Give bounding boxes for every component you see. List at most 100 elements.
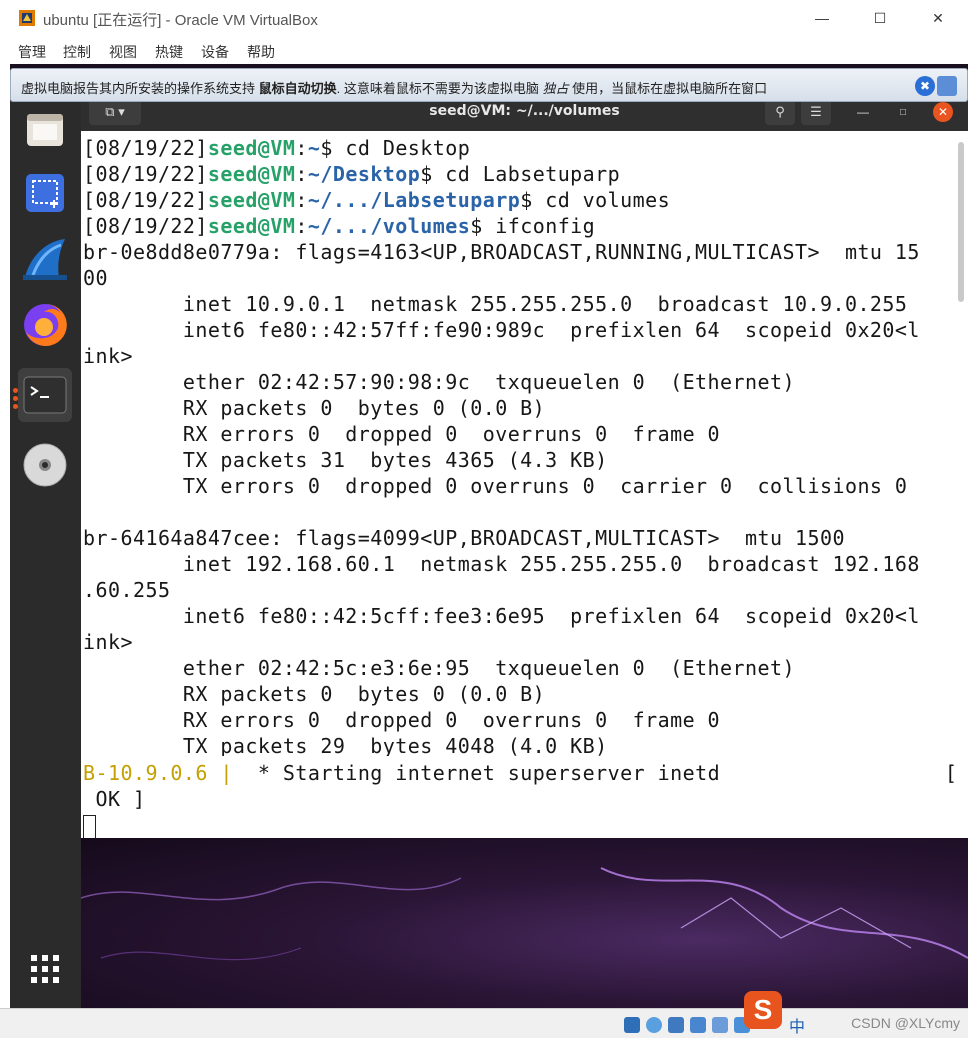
terminal-app-button[interactable] [18, 368, 72, 422]
screenshot-app-button[interactable] [18, 166, 72, 220]
show-applications-button[interactable] [18, 942, 72, 996]
watermark: CSDN @XLYcmy [851, 1015, 960, 1031]
maximize-button[interactable]: ☐ [857, 5, 903, 31]
usb-icon[interactable] [712, 1017, 728, 1033]
close-icon: ✕ [932, 9, 944, 26]
hard-disk-icon[interactable] [624, 1017, 640, 1033]
maximize-icon: ☐ [873, 9, 887, 26]
prompt-path: ~/Desktop [307, 162, 421, 186]
output-line: ink> [83, 344, 133, 368]
vbox-statusbar: S 中 CSDN @XLYcmy [0, 991, 968, 1038]
search-icon: ⚲ [775, 104, 785, 119]
output-line: RX errors 0 dropped 0 overruns 0 frame 0 [83, 708, 721, 732]
mouse-integration-icon[interactable] [937, 76, 957, 96]
menu-help[interactable]: 帮助 [247, 42, 275, 62]
prompt-symbol: $ [520, 188, 533, 212]
search-button[interactable]: ⚲ [765, 99, 795, 125]
info-text-after: 使用，当鼠标在虚拟电脑所在窗口 [568, 81, 768, 96]
info-text-italic: 独占 [542, 81, 569, 96]
term-minimize-button[interactable]: — [853, 102, 873, 122]
cursor-line [83, 812, 968, 839]
prompt-line: [08/19/22]seed@VM:~/Desktop$ cd Labsetup… [83, 161, 968, 187]
prompt-line: [08/19/22]seed@VM:~$ cd Desktop [83, 135, 968, 161]
output-line: RX errors 0 dropped 0 overruns 0 frame 0 [83, 422, 721, 446]
terminal-scrollbar[interactable] [958, 142, 964, 302]
prompt-colon: : [295, 162, 308, 186]
optical-drive-icon[interactable] [646, 1017, 662, 1033]
optical-disc-button[interactable] [18, 438, 72, 492]
info-message: 虚拟电脑报告其内所安装的操作系统支持 鼠标自动切换. 这意味着鼠标不需要为该虚拟… [21, 78, 767, 97]
info-text-mid: . 这意味着鼠标不需要为该虚拟电脑 [336, 81, 543, 96]
firefox-icon [24, 303, 67, 346]
close-button[interactable]: ✕ [915, 5, 961, 31]
minimize-button[interactable]: — [799, 5, 845, 31]
terminal-title: seed@VM: ~/.../volumes [429, 103, 620, 119]
output-line: inet 10.9.0.1 netmask 255.255.255.0 broa… [83, 292, 908, 316]
mouse-integration-info-bar: 虚拟电脑报告其内所安装的操作系统支持 鼠标自动切换. 这意味着鼠标不需要为该虚拟… [10, 68, 968, 102]
prompt-colon: : [295, 136, 308, 160]
info-text-bold: 鼠标自动切换 [258, 81, 337, 96]
window-title: ubuntu [正在运行] - Oracle VM VirtualBox [43, 12, 318, 29]
prompt-symbol: $ [470, 214, 483, 238]
prompt-path: ~/.../Labsetuparp [307, 188, 521, 212]
terminal-output[interactable]: [08/19/22]seed@VM:~$ cd Desktop [08/19/2… [81, 131, 968, 756]
prompt-date: [08/19/22] [83, 214, 208, 238]
sogou-input-icon[interactable]: S [744, 991, 782, 1029]
log-text: * Starting internet superserver inetd [ [232, 761, 958, 785]
minimize-icon: — [857, 105, 869, 119]
prompt-symbol: $ [420, 162, 433, 186]
log-status-line: OK ] [83, 787, 146, 811]
output-line: inet6 fe80::42:5cff:fee3:6e95 prefixlen … [83, 604, 920, 628]
command-text: cd volumes [532, 188, 671, 212]
command-text: ifconfig [482, 214, 596, 238]
output-line: inet 192.168.60.1 netmask 255.255.255.0 … [83, 552, 920, 576]
output-line: TX packets 29 bytes 4048 (4.0 KB) [83, 734, 608, 756]
output-line: 00 [83, 266, 108, 290]
files-icon [27, 114, 63, 146]
prompt-date: [08/19/22] [83, 136, 208, 160]
prompt-symbol: $ [320, 136, 333, 160]
lightning-decoration [81, 867, 968, 961]
prompt-user: seed@VM [207, 188, 296, 212]
network-icon[interactable] [690, 1017, 706, 1033]
app-grid-icon [31, 955, 59, 983]
prompt-user: seed@VM [207, 136, 296, 160]
close-icon: ✕ [937, 105, 949, 119]
hamburger-menu-button[interactable]: ☰ [801, 99, 831, 125]
prompt-colon: : [295, 214, 308, 238]
output-line: ink> [83, 630, 133, 654]
container-log-pane[interactable]: B-10.9.0.6 | * Starting internet superse… [81, 756, 968, 839]
dismiss-info-icon[interactable]: ✖ [915, 76, 935, 96]
terminal-icon [23, 376, 67, 414]
wireshark-app-button[interactable] [18, 232, 72, 286]
menu-control[interactable]: 控制 [63, 42, 91, 62]
output-line: inet6 fe80::42:57ff:fe90:989c prefixlen … [83, 318, 920, 342]
output-line: .60.255 [83, 578, 171, 602]
prompt-path: ~ [307, 136, 321, 160]
files-app-button[interactable] [18, 102, 72, 156]
prompt-user: seed@VM [207, 162, 296, 186]
desktop-wallpaper [81, 838, 968, 1008]
menu-devices[interactable]: 设备 [201, 42, 229, 62]
ime-mode-indicator[interactable]: 中 [789, 1013, 805, 1037]
term-maximize-button[interactable]: □ [893, 102, 913, 122]
command-text: cd Desktop [332, 136, 471, 160]
menu-manage[interactable]: 管理 [18, 42, 46, 62]
menu-view[interactable]: 视图 [109, 42, 137, 62]
running-indicator-dot [13, 388, 18, 393]
minimize-icon: — [815, 10, 829, 26]
output-line: br-0e8dd8e0779a: flags=4163<UP,BROADCAST… [83, 240, 920, 264]
prompt-line: [08/19/22]seed@VM:~/.../volumes$ ifconfi… [83, 213, 968, 239]
audio-icon[interactable] [668, 1017, 684, 1033]
prompt-date: [08/19/22] [83, 162, 208, 186]
term-close-button[interactable]: ✕ [933, 102, 953, 122]
vm-screen[interactable]: 虚拟电脑报告其内所安装的操作系统支持 鼠标自动切换. 这意味着鼠标不需要为该虚拟… [10, 64, 968, 1008]
wireshark-fin-icon [23, 239, 67, 280]
menu-hotkeys[interactable]: 热键 [155, 42, 183, 62]
screenshot-icon [26, 174, 64, 212]
firefox-app-button[interactable] [18, 298, 72, 352]
output-line: br-64164a847cee: flags=4099<UP,BROADCAST… [83, 526, 845, 550]
prompt-line: [08/19/22]seed@VM:~/.../Labsetuparp$ cd … [83, 187, 968, 213]
output-line: TX errors 0 dropped 0 overruns 0 carrier… [83, 474, 908, 498]
output-line: ether 02:42:57:90:98:9c txqueuelen 0 (Et… [83, 370, 795, 394]
